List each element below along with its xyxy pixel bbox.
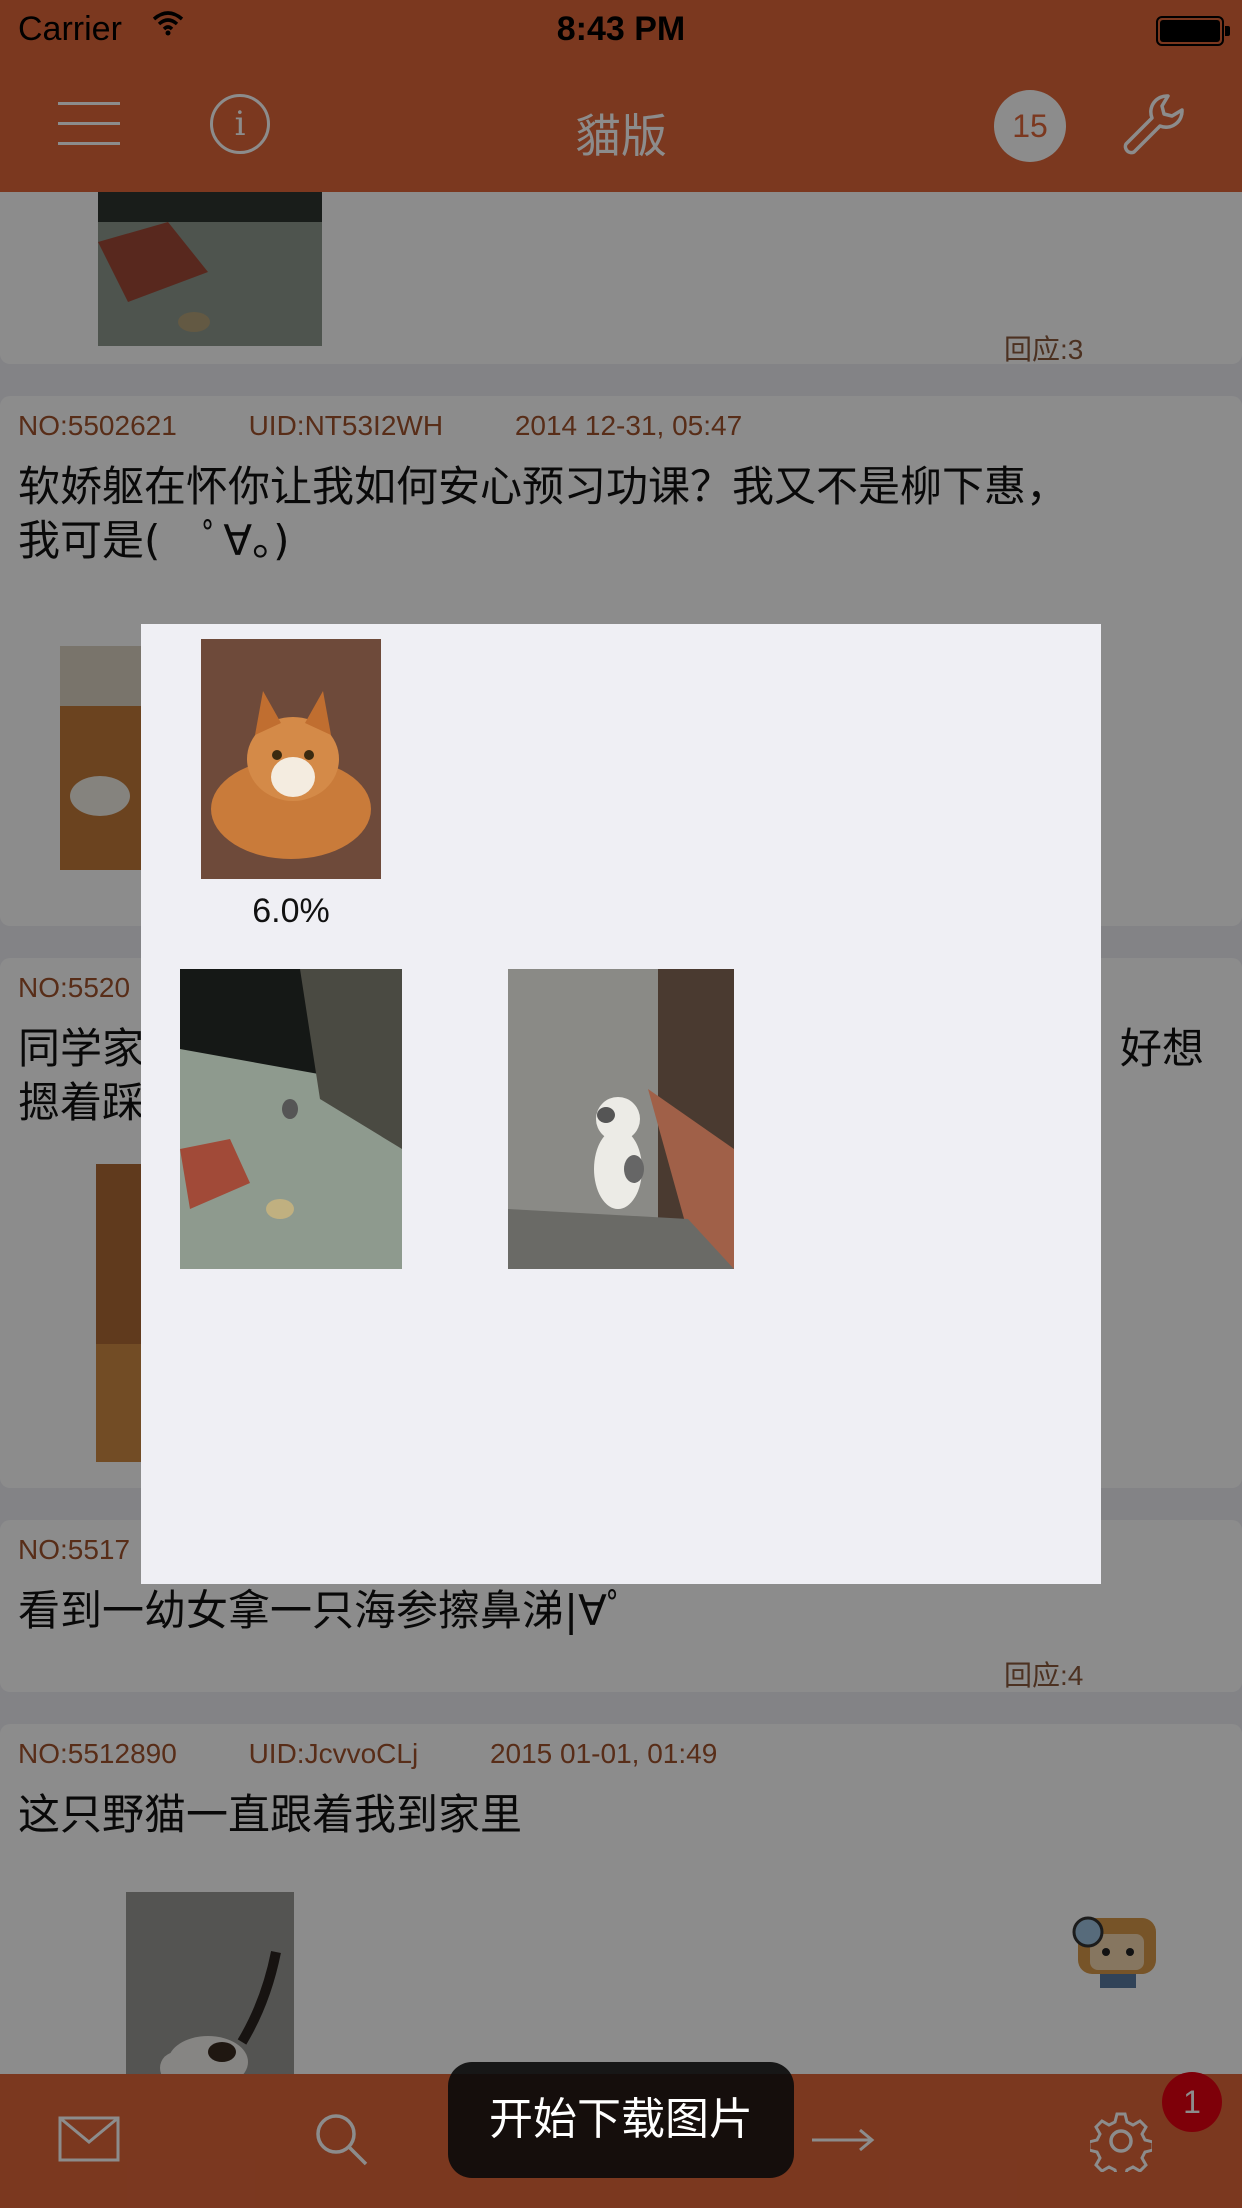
queued-image-thumbnail[interactable] xyxy=(508,969,734,1269)
download-progress: 6.0% xyxy=(252,892,330,930)
queued-image-thumbnail[interactable] xyxy=(180,969,402,1269)
download-started-toast: 开始下载图片 xyxy=(448,2062,794,2178)
image-download-dialog: 6.0% xyxy=(141,624,1101,1584)
downloading-image-thumbnail[interactable] xyxy=(201,639,381,879)
